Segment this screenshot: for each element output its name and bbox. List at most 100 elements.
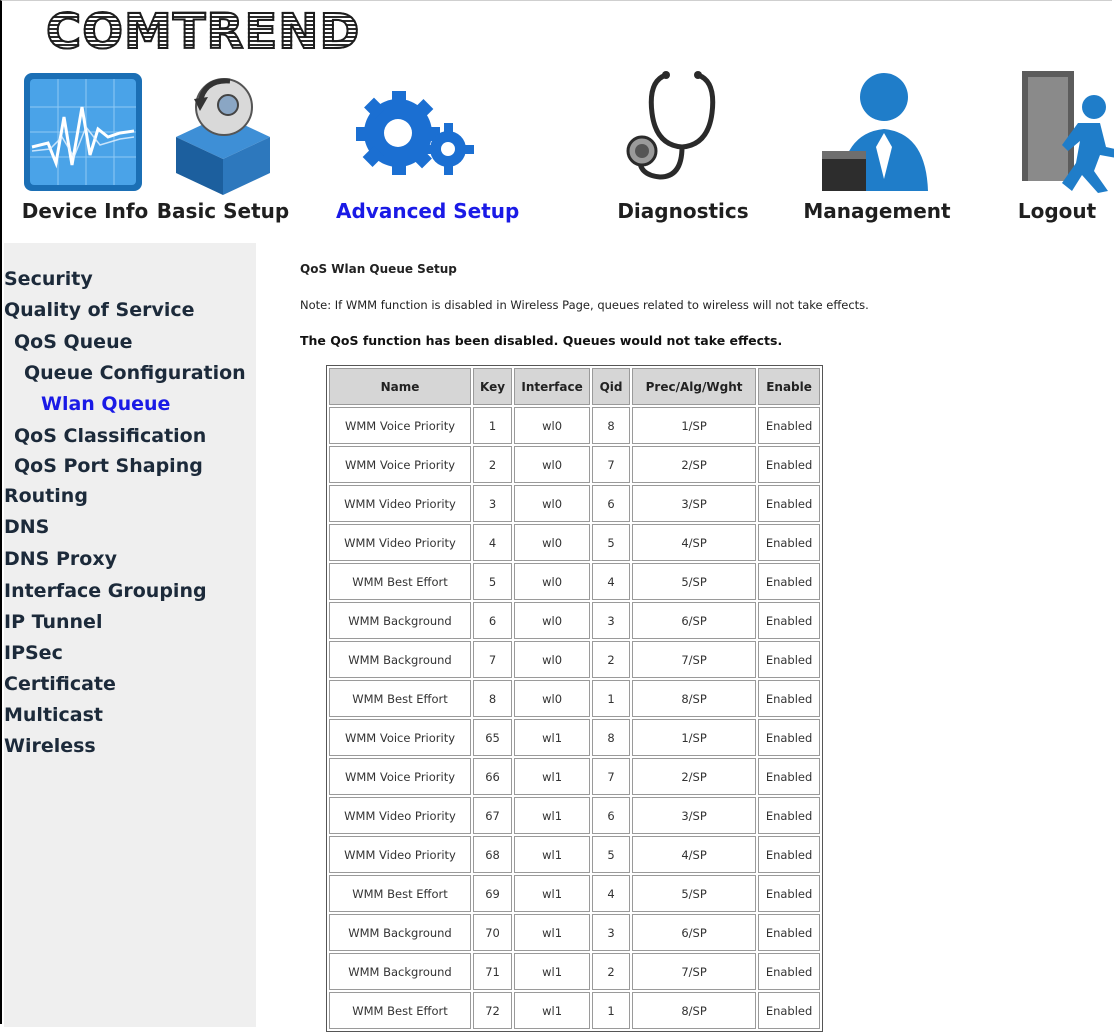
nav-label: Device Info xyxy=(21,199,149,223)
cell-prec-alg-wght: 3/SP xyxy=(632,485,757,522)
cell-qid: 7 xyxy=(592,446,631,483)
table-row: WMM Best Effort 8 wl0 1 8/SP Enabled xyxy=(329,680,821,717)
cell-prec-alg-wght: 5/SP xyxy=(632,563,757,600)
cell-prec-alg-wght: 2/SP xyxy=(632,446,757,483)
cell-name: WMM Video Priority xyxy=(329,485,471,522)
cell-qid: 2 xyxy=(592,953,631,990)
cell-key: 2 xyxy=(473,446,513,483)
nav-label: Management xyxy=(803,199,951,223)
table-row: WMM Video Priority 68 wl1 5 4/SP Enabled xyxy=(329,836,821,873)
table-row: WMM Voice Priority 2 wl0 7 2/SP Enabled xyxy=(329,446,821,483)
cell-enable: Enabled xyxy=(758,836,821,873)
cell-key: 66 xyxy=(473,758,513,795)
nav-label: Basic Setup xyxy=(156,199,290,223)
sidebar-item-multicast[interactable]: Multicast xyxy=(4,704,103,726)
sidebar-item-queue-configuration[interactable]: Queue Configuration xyxy=(24,362,246,384)
sidebar-item-dns[interactable]: DNS xyxy=(4,516,49,538)
cell-key: 65 xyxy=(473,719,513,756)
nav-label: Advanced Setup xyxy=(336,199,520,223)
table-row: WMM Background 70 wl1 3 6/SP Enabled xyxy=(329,914,821,951)
cell-qid: 6 xyxy=(592,485,631,522)
sidebar-item-qos-port-shaping[interactable]: QoS Port Shaping xyxy=(14,455,203,477)
management-icon xyxy=(822,73,928,191)
sidebar-item-certificate[interactable]: Certificate xyxy=(4,673,116,695)
cell-enable: Enabled xyxy=(758,875,821,912)
sidebar-item-security[interactable]: Security xyxy=(4,268,93,290)
nav-basic-setup[interactable]: Basic Setup xyxy=(148,67,298,227)
cell-key: 6 xyxy=(473,602,513,639)
cell-interface: wl1 xyxy=(514,914,591,951)
column-header-prec-alg-wght: Prec/Alg/Wght xyxy=(632,368,757,405)
wmm-note: Note: If WMM function is disabled in Wir… xyxy=(300,298,869,312)
table-row: WMM Voice Priority 1 wl0 8 1/SP Enabled xyxy=(329,407,821,444)
cell-key: 7 xyxy=(473,641,513,678)
cell-name: WMM Best Effort xyxy=(329,875,471,912)
sidebar-item-quality-of-service[interactable]: Quality of Service xyxy=(4,299,195,321)
sidebar-item-ip-tunnel[interactable]: IP Tunnel xyxy=(4,611,102,633)
cell-key: 8 xyxy=(473,680,513,717)
cell-qid: 1 xyxy=(592,992,631,1029)
cell-qid: 8 xyxy=(592,407,631,444)
cell-qid: 4 xyxy=(592,563,631,600)
sidebar-item-routing[interactable]: Routing xyxy=(4,485,88,507)
cell-enable: Enabled xyxy=(758,485,821,522)
cell-prec-alg-wght: 7/SP xyxy=(632,641,757,678)
cell-name: WMM Voice Priority xyxy=(329,407,471,444)
sidebar-item-wireless[interactable]: Wireless xyxy=(4,735,96,757)
nav-device-info[interactable]: Device Info xyxy=(10,67,160,227)
cell-name: WMM Video Priority xyxy=(329,836,471,873)
sidebar-item-dns-proxy[interactable]: DNS Proxy xyxy=(4,548,117,570)
cell-key: 71 xyxy=(473,953,513,990)
nav-diagnostics[interactable]: Diagnostics xyxy=(608,67,758,227)
sidebar-menu: Security Quality of Service QoS Queue Qu… xyxy=(4,243,256,1027)
table-row: WMM Background 71 wl1 2 7/SP Enabled xyxy=(329,953,821,990)
sidebar-item-qos-classification[interactable]: QoS Classification xyxy=(14,425,206,447)
cell-name: WMM Voice Priority xyxy=(329,719,471,756)
cell-name: WMM Background xyxy=(329,953,471,990)
cell-name: WMM Best Effort xyxy=(329,680,471,717)
cell-enable: Enabled xyxy=(758,641,821,678)
cell-name: WMM Video Priority xyxy=(329,797,471,834)
nav-advanced-setup[interactable]: Advanced Setup xyxy=(336,67,520,227)
page-title: QoS Wlan Queue Setup xyxy=(300,262,457,276)
sidebar-item-ipsec[interactable]: IPSec xyxy=(4,642,63,664)
sidebar-item-qos-queue[interactable]: QoS Queue xyxy=(14,331,132,353)
cell-interface: wl0 xyxy=(514,602,591,639)
cell-enable: Enabled xyxy=(758,992,821,1029)
cell-interface: wl1 xyxy=(514,992,591,1029)
cell-prec-alg-wght: 2/SP xyxy=(632,758,757,795)
cell-prec-alg-wght: 5/SP xyxy=(632,875,757,912)
nav-management[interactable]: Management xyxy=(802,67,952,227)
cell-enable: Enabled xyxy=(758,602,821,639)
wlan-queue-table: Name Key Interface Qid Prec/Alg/Wght Ena… xyxy=(326,365,824,1032)
cell-prec-alg-wght: 7/SP xyxy=(632,953,757,990)
sidebar-item-interface-grouping[interactable]: Interface Grouping xyxy=(4,580,207,602)
cell-key: 4 xyxy=(473,524,513,561)
cell-enable: Enabled xyxy=(758,407,821,444)
logout-icon xyxy=(1022,71,1114,193)
cell-interface: wl1 xyxy=(514,797,591,834)
cell-prec-alg-wght: 6/SP xyxy=(632,914,757,951)
cell-prec-alg-wght: 3/SP xyxy=(632,797,757,834)
cell-key: 1 xyxy=(473,407,513,444)
cell-interface: wl1 xyxy=(514,758,591,795)
qos-disabled-warning: The QoS function has been disabled. Queu… xyxy=(300,333,783,348)
cell-prec-alg-wght: 4/SP xyxy=(632,524,757,561)
cell-interface: wl0 xyxy=(514,524,591,561)
cell-name: WMM Background xyxy=(329,641,471,678)
cell-key: 68 xyxy=(473,836,513,873)
cell-interface: wl0 xyxy=(514,563,591,600)
cell-interface: wl1 xyxy=(514,836,591,873)
table-row: WMM Best Effort 5 wl0 4 5/SP Enabled xyxy=(329,563,821,600)
nav-logout[interactable]: Logout xyxy=(982,67,1114,227)
cell-enable: Enabled xyxy=(758,914,821,951)
cell-enable: Enabled xyxy=(758,719,821,756)
sidebar-item-wlan-queue[interactable]: Wlan Queue xyxy=(41,393,170,415)
table-row: WMM Video Priority 4 wl0 5 4/SP Enabled xyxy=(329,524,821,561)
column-header-interface: Interface xyxy=(514,368,591,405)
cell-name: WMM Best Effort xyxy=(329,563,471,600)
table-row: WMM Best Effort 72 wl1 1 8/SP Enabled xyxy=(329,992,821,1029)
cell-name: WMM Video Priority xyxy=(329,524,471,561)
table-row: WMM Voice Priority 66 wl1 7 2/SP Enabled xyxy=(329,758,821,795)
cell-prec-alg-wght: 1/SP xyxy=(632,407,757,444)
